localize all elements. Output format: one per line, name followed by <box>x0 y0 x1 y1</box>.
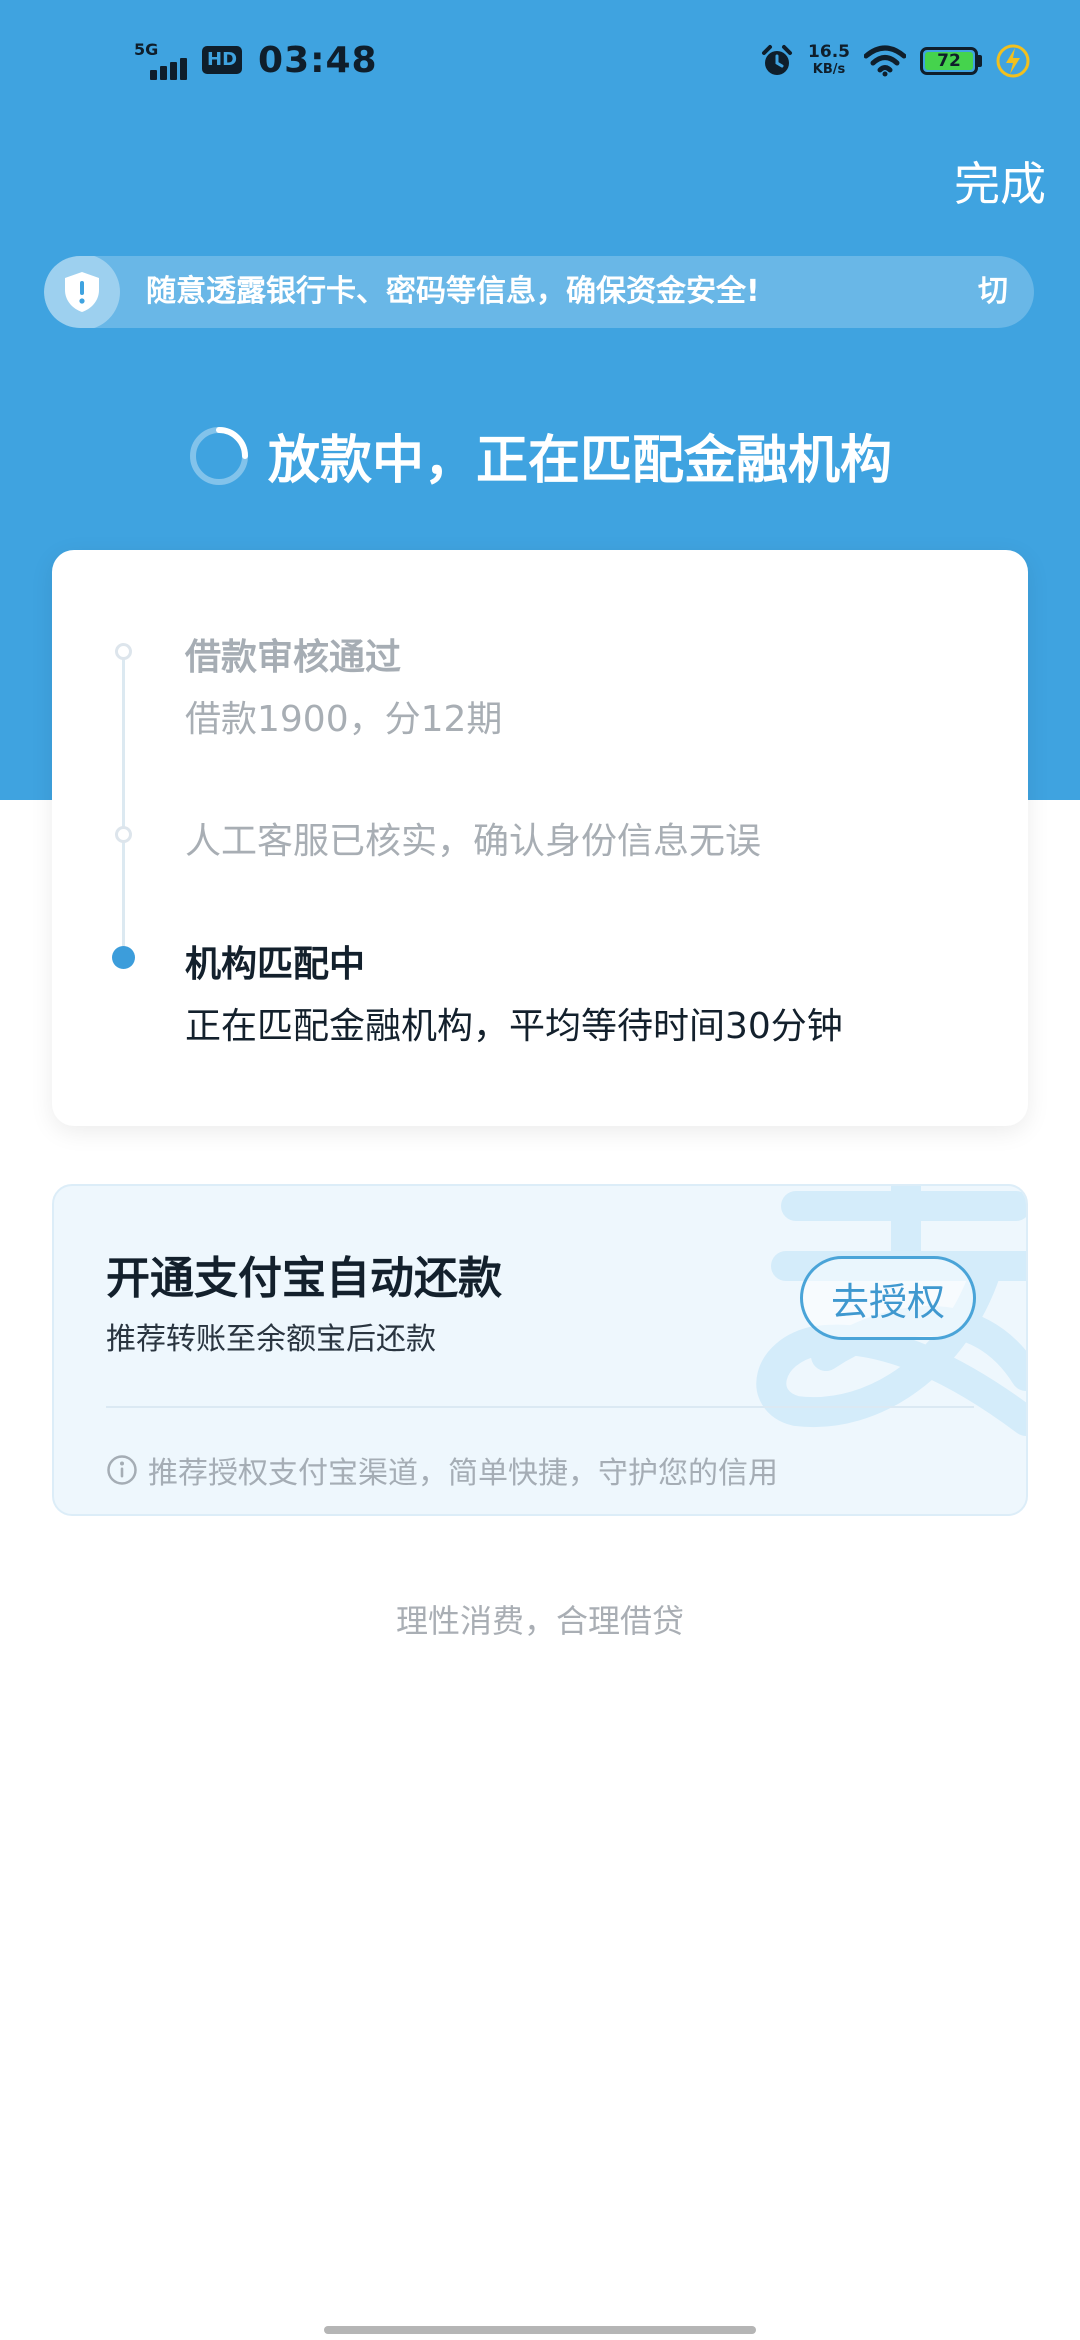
notice-fragment: 切 <box>978 274 1008 309</box>
divider <box>106 1406 974 1408</box>
timeline-line <box>122 652 125 952</box>
cellular-signal-icon: 5G <box>134 40 192 80</box>
authorize-button[interactable]: 去授权 <box>800 1256 976 1340</box>
network-speed: 16.5 KB/s <box>808 42 850 77</box>
alipay-title: 开通支付宝自动还款 <box>106 1253 502 1304</box>
step-title: 人工客服已核实，确认身份信息无误 <box>185 821 762 862</box>
slogan: 理性消费，合理借贷 <box>395 1602 684 1640</box>
alipay-tip-text: 推荐授权支付宝渠道，简单快捷，守护您的信用 <box>148 1456 778 1491</box>
hd-badge: HD <box>202 46 243 74</box>
home-indicator[interactable] <box>324 2326 756 2334</box>
charging-icon <box>996 44 1030 78</box>
alipay-tip: 推荐授权支付宝渠道，简单快捷，守护您的信用 <box>106 1448 778 1492</box>
battery-level: 72 <box>925 51 973 71</box>
loan-status-headline: 放款中，正在匹配金融机构 <box>0 418 1080 493</box>
security-notice: 随意透露银行卡、密码等信息，确保资金安全! 切 <box>44 256 1034 328</box>
loading-spinner-icon <box>189 426 248 485</box>
step-title: 机构匹配中 <box>185 944 366 985</box>
step-title: 借款审核通过 <box>185 637 402 678</box>
status-bar: 5G HD 03:48 16.5 KB/s 72 <box>0 0 1080 120</box>
step-active-dot <box>112 946 135 969</box>
wifi-icon <box>864 45 906 77</box>
step-description: 正在匹配金融机构，平均等待时间30分钟 <box>185 1006 843 1047</box>
alipay-subtitle: 推荐转账至余额宝后还款 <box>106 1322 436 1357</box>
step-done-dot <box>115 643 132 660</box>
notice-text: 随意透露银行卡、密码等信息，确保资金安全! <box>146 274 760 309</box>
battery-icon: 72 <box>920 47 982 75</box>
headline-text: 放款中，正在匹配金融机构 <box>267 431 892 491</box>
shield-icon <box>44 256 120 328</box>
alipay-autopay-card: 开通支付宝自动还款 推荐转账至余额宝后还款 去授权 推荐授权支付宝渠道，简单快捷… <box>52 1184 1028 1516</box>
info-icon <box>107 1455 137 1485</box>
step-done-dot <box>115 826 132 843</box>
alarm-icon <box>762 45 793 75</box>
step-description: 借款1900，分12期 <box>185 699 503 740</box>
done-button[interactable]: 完成 <box>954 148 1046 214</box>
progress-card: 借款审核通过 借款1900，分12期 人工客服已核实，确认身份信息无误 机构匹配… <box>52 550 1028 1126</box>
clock: 03:48 <box>258 39 378 81</box>
network-type: 5G <box>134 40 159 59</box>
